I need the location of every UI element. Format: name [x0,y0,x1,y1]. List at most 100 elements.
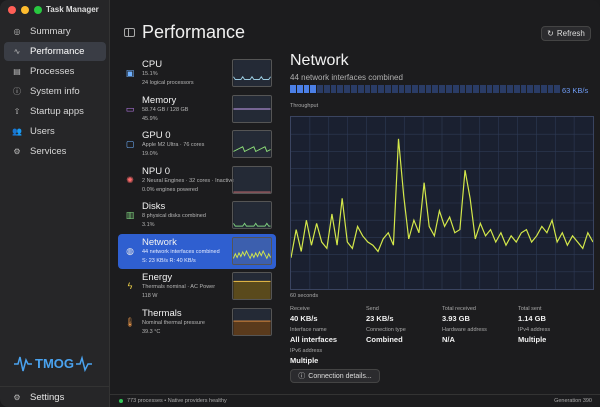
stat-value: All interfaces [290,335,338,344]
resource-name: Memory [142,94,177,106]
throughput-segment [364,85,371,93]
stat-total-received: Total received 3.93 GB [442,306,520,323]
throughput-segment [507,85,513,93]
throughput-segment [337,85,344,93]
throughput-segment [432,85,439,93]
throughput-segment [466,85,473,93]
throughput-segment [439,85,445,93]
resource-usage: 0.0% engines powered [142,186,198,193]
stat-ipv4-address: IPv4 address Multiple [518,327,596,344]
throughput-segment [493,85,500,93]
gpu-icon: ▢ [125,139,135,149]
stat-label: Receive [290,306,310,312]
refresh-label: Refresh [556,29,585,38]
resource-sparkline [232,59,272,87]
resource-list: ▣ CPU 15.1% 24 logical processors ▭ Memory 58.… [118,56,276,340]
stat-value: Multiple [290,356,319,365]
throughput-segment [412,85,418,93]
resource-sparkline [232,307,272,336]
resource-item-network[interactable]: ◍ Network 44 network interfaces combined S:… [118,233,276,269]
summary-icon: ◎ [13,27,21,36]
stat-value: 3.93 GB [442,314,470,323]
throughput-segment [357,85,364,93]
resource-usage: 45.9% [142,115,158,122]
task-manager-window: Task Manager ◎ Summary ∿ Performance ▤ Proces… [0,0,600,407]
logo-text: TMOG [35,356,74,371]
resource-item-npu-0[interactable]: ✺ NPU 02 Neural Engines · 32 cores · Inac… [118,163,276,199]
resource-detail: 58.74 GB / 128 GB [142,106,189,113]
sidebar-item-performance[interactable]: ∿ Performance [4,42,106,61]
throughput-segment [405,85,412,93]
resource-name: NPU 0 [142,165,170,177]
refresh-button[interactable]: ↻ Refresh [541,26,591,41]
throughput-segment [296,85,303,93]
stat-value: 1.14 GB [518,314,546,323]
stat-value: N/A [442,335,455,344]
throughput-segment [371,85,378,93]
resource-item-memory[interactable]: ▭ Memory 58.74 GB / 128 GB 45.9% [118,92,276,128]
startup-icon: ⇧ [13,107,21,116]
resource-detail: 44 network interfaces combined [142,248,220,255]
throughput-segment [323,85,330,93]
resource-name: Thermals [142,307,182,319]
throughput-segment [344,85,351,93]
throughput-segment [398,85,405,93]
resource-item-thermals[interactable]: 🌡 Thermals Nominal thermal pressure 39.3 °C [118,305,276,341]
resource-sparkline [232,201,272,229]
resource-name: GPU 0 [142,130,171,141]
throughput-segment [479,85,486,93]
stat-send: Send 23 KB/s [366,306,444,323]
sidebar-toggle-icon[interactable] [124,28,135,37]
page-header: Performance ↻ Refresh [110,18,600,48]
stat-label: Connection type [366,327,406,333]
stat-label: Interface name [290,327,327,333]
resource-item-gpu-0[interactable]: ▢ GPU 0 Apple M2 Ultra · 76 cores 19.0% [118,127,276,163]
minimize-window-button[interactable] [21,6,29,14]
resource-detail: 15.1% [142,71,158,77]
connection-details-button[interactable]: ⓘ Connection details... [290,369,380,383]
stat-total-sent: Total sent 1.14 GB [518,306,596,323]
throughput-segment [378,85,384,93]
throughput-segment [310,85,317,93]
sidebar-item-label: System info [30,86,80,97]
resource-item-energy[interactable]: ϟ Energy Thermals nominal · AC Power 118 W [118,269,276,305]
npu-icon: ✺ [126,174,134,185]
sidebar-item-users[interactable]: 👥 Users [4,122,106,141]
stat-interface-name: Interface name All interfaces [290,327,368,344]
sidebar-item-services[interactable]: ⚙ Services [4,142,106,161]
resource-sparkline [232,272,272,300]
gear-icon: ⚙ [13,392,21,402]
tmog-logo: TMOG [14,355,92,373]
zoom-window-button[interactable] [34,6,42,14]
throughput-segment [391,85,398,93]
throughput-bar [290,85,561,93]
sidebar-item-processes[interactable]: ▤ Processes [4,62,106,81]
sidebar-item-startup-apps[interactable]: ⇧ Startup apps [4,102,106,121]
generation-text: Generation 390 [554,398,592,404]
thermals-icon: 🌡 [124,316,136,327]
window-controls [8,6,42,14]
resource-item-cpu[interactable]: ▣ CPU 15.1% 24 logical processors [118,56,276,92]
throughput-segment [425,85,432,93]
sidebar-item-system-info[interactable]: ⓘ System info [4,82,106,101]
status-bar: 773 processes • Native providers healthy… [110,394,600,407]
page-title: Performance [142,22,246,42]
sidebar-item-label: Services [30,146,67,157]
settings-button[interactable]: ⚙ Settings [0,386,110,407]
info-icon: ⓘ [298,373,306,380]
stat-label: Total sent [518,306,542,312]
resource-usage: 3.1% [142,222,155,228]
throughput-segment [554,85,561,93]
connection-details-label: Connection details... [308,372,372,380]
sidebar-item-summary[interactable]: ◎ Summary [4,22,106,41]
refresh-icon: ↻ [547,29,554,38]
resource-item-disks[interactable]: ▥ Disks 8 physical disks combined 3.1% [118,198,276,234]
throughput-segment [459,85,466,93]
sidebar-nav: ◎ Summary ∿ Performance ▤ Processes ⓘ System in… [4,22,106,162]
sidebar: Task Manager ◎ Summary ∿ Performance ▤ Proces… [0,0,110,407]
close-window-button[interactable] [8,6,16,14]
throughput-segment [303,85,310,93]
graph-time-label: 60 seconds [290,293,319,299]
throughput-segment [534,85,540,93]
sidebar-item-label: Processes [30,66,75,77]
